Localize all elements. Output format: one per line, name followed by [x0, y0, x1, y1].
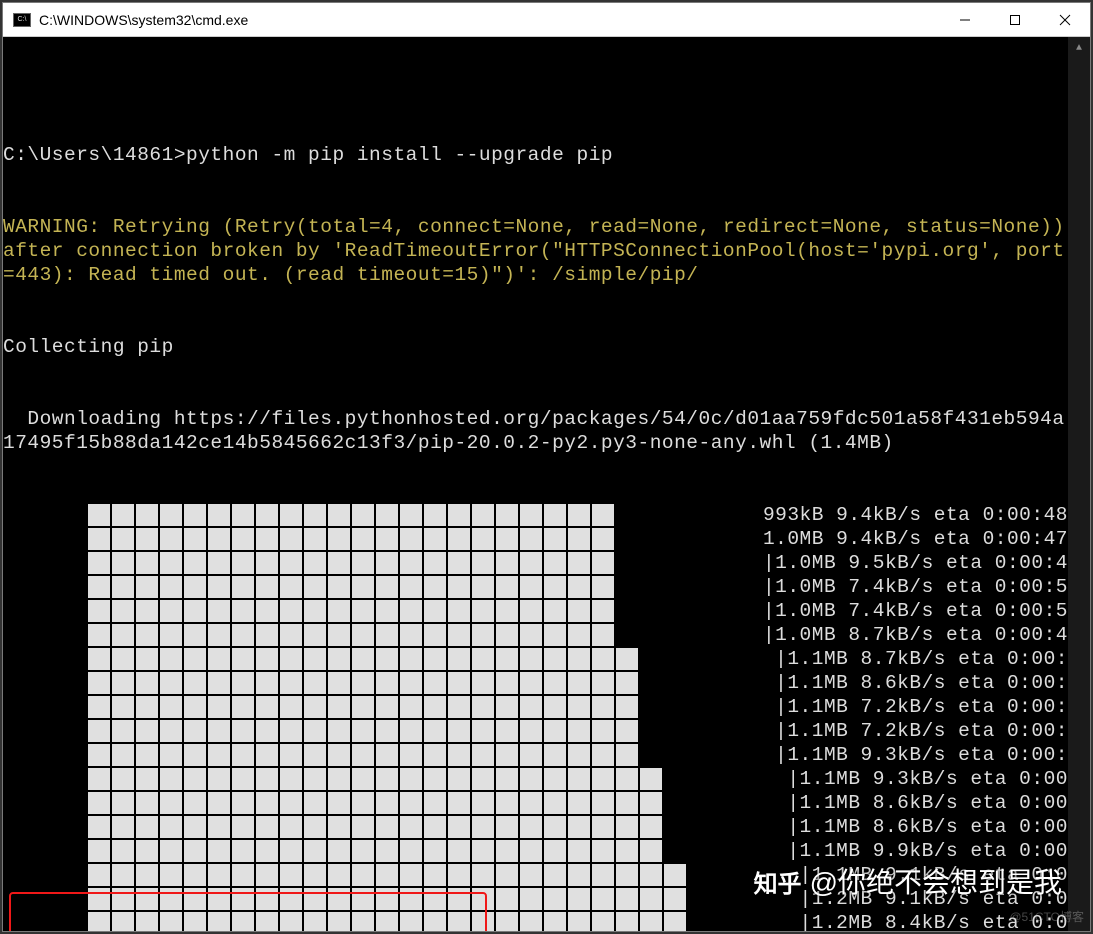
- cmd-icon: [13, 13, 31, 27]
- progress-row: | 1.1MB 7.2kB/s eta 0:00:: [3, 719, 1068, 743]
- progress-row: 993kB 9.4kB/s eta 0:00:48: [3, 503, 1068, 527]
- watermark: 知乎 @你绝不会想到是我: [754, 861, 1062, 901]
- window-title: C:\WINDOWS\system32\cmd.exe: [39, 12, 940, 28]
- progress-row: | 1.1MB 9.9kB/s eta 0:00: [3, 839, 1068, 863]
- progress-status: 1.1MB 9.3kB/s eta 0:00:: [787, 743, 1068, 767]
- watermark-text: @你绝不会想到是我: [810, 861, 1062, 901]
- collecting-line: Collecting pip: [3, 335, 1068, 359]
- terminal-area[interactable]: C:\Users\14861>python -m pip install --u…: [3, 37, 1090, 931]
- progress-row: 1.0MB 9.4kB/s eta 0:00:47: [3, 527, 1068, 551]
- progress-status: 1.1MB 8.7kB/s eta 0:00:: [787, 647, 1068, 671]
- prompt: C:\Users\14861>: [3, 144, 186, 166]
- zhihu-brand: 知乎: [754, 864, 802, 899]
- maximize-button[interactable]: [990, 3, 1040, 37]
- command: python -m pip install --upgrade pip: [186, 144, 613, 166]
- progress-row: | 1.0MB 8.7kB/s eta 0:00:4: [3, 623, 1068, 647]
- progress-status: 1.0MB 7.4kB/s eta 0:00:5: [775, 599, 1068, 623]
- progress-status: 1.1MB 7.2kB/s eta 0:00:: [787, 695, 1068, 719]
- progress-status: 1.0MB 8.7kB/s eta 0:00:4: [775, 623, 1068, 647]
- progress-status: 1.0MB 7.4kB/s eta 0:00:5: [775, 575, 1068, 599]
- cmd-window: C:\WINDOWS\system32\cmd.exe C:\Users\148…: [2, 2, 1091, 932]
- progress-row: | 1.1MB 9.3kB/s eta 0:00: [3, 767, 1068, 791]
- progress-status: 1.1MB 9.3kB/s eta 0:00: [800, 767, 1068, 791]
- progress-row: | 1.1MB 8.6kB/s eta 0:00: [3, 815, 1068, 839]
- title-bar[interactable]: C:\WINDOWS\system32\cmd.exe: [3, 3, 1090, 37]
- progress-row: | 1.1MB 8.7kB/s eta 0:00:: [3, 647, 1068, 671]
- progress-row: | 1.0MB 9.5kB/s eta 0:00:4: [3, 551, 1068, 575]
- scrollbar[interactable]: ▲: [1068, 37, 1090, 931]
- terminal-output: C:\Users\14861>python -m pip install --u…: [3, 37, 1068, 931]
- progress-row: | 1.1MB 8.6kB/s eta 0:00: [3, 791, 1068, 815]
- progress-row: | 1.1MB 7.2kB/s eta 0:00:: [3, 695, 1068, 719]
- scroll-up-icon[interactable]: ▲: [1068, 37, 1090, 59]
- progress-row: | 1.2MB 8.4kB/s eta 0:0: [3, 911, 1068, 931]
- progress-status: 1.0MB 9.5kB/s eta 0:00:4: [775, 551, 1068, 575]
- secondary-watermark: @51CTO博客: [1009, 908, 1084, 925]
- progress-row: | 1.0MB 7.4kB/s eta 0:00:5: [3, 575, 1068, 599]
- warning-line: WARNING: Retrying (Retry(total=4, connec…: [3, 215, 1068, 287]
- minimize-button[interactable]: [940, 3, 990, 37]
- progress-status: 1.1MB 8.6kB/s eta 0:00: [800, 791, 1068, 815]
- progress-status: 1.1MB 8.6kB/s eta 0:00: [800, 815, 1068, 839]
- progress-status: 993kB 9.4kB/s eta 0:00:48: [763, 503, 1068, 527]
- progress-row: | 1.0MB 7.4kB/s eta 0:00:5: [3, 599, 1068, 623]
- progress-status: 1.0MB 9.4kB/s eta 0:00:47: [763, 527, 1068, 551]
- progress-status: 1.1MB 8.6kB/s eta 0:00:: [787, 671, 1068, 695]
- progress-status: 1.1MB 7.2kB/s eta 0:00:: [787, 719, 1068, 743]
- close-button[interactable]: [1040, 3, 1090, 37]
- progress-status: 1.1MB 9.9kB/s eta 0:00: [800, 839, 1068, 863]
- progress-row: | 1.1MB 9.3kB/s eta 0:00:: [3, 743, 1068, 767]
- downloading-line: Downloading https://files.pythonhosted.o…: [3, 407, 1068, 455]
- progress-row: | 1.1MB 8.6kB/s eta 0:00:: [3, 671, 1068, 695]
